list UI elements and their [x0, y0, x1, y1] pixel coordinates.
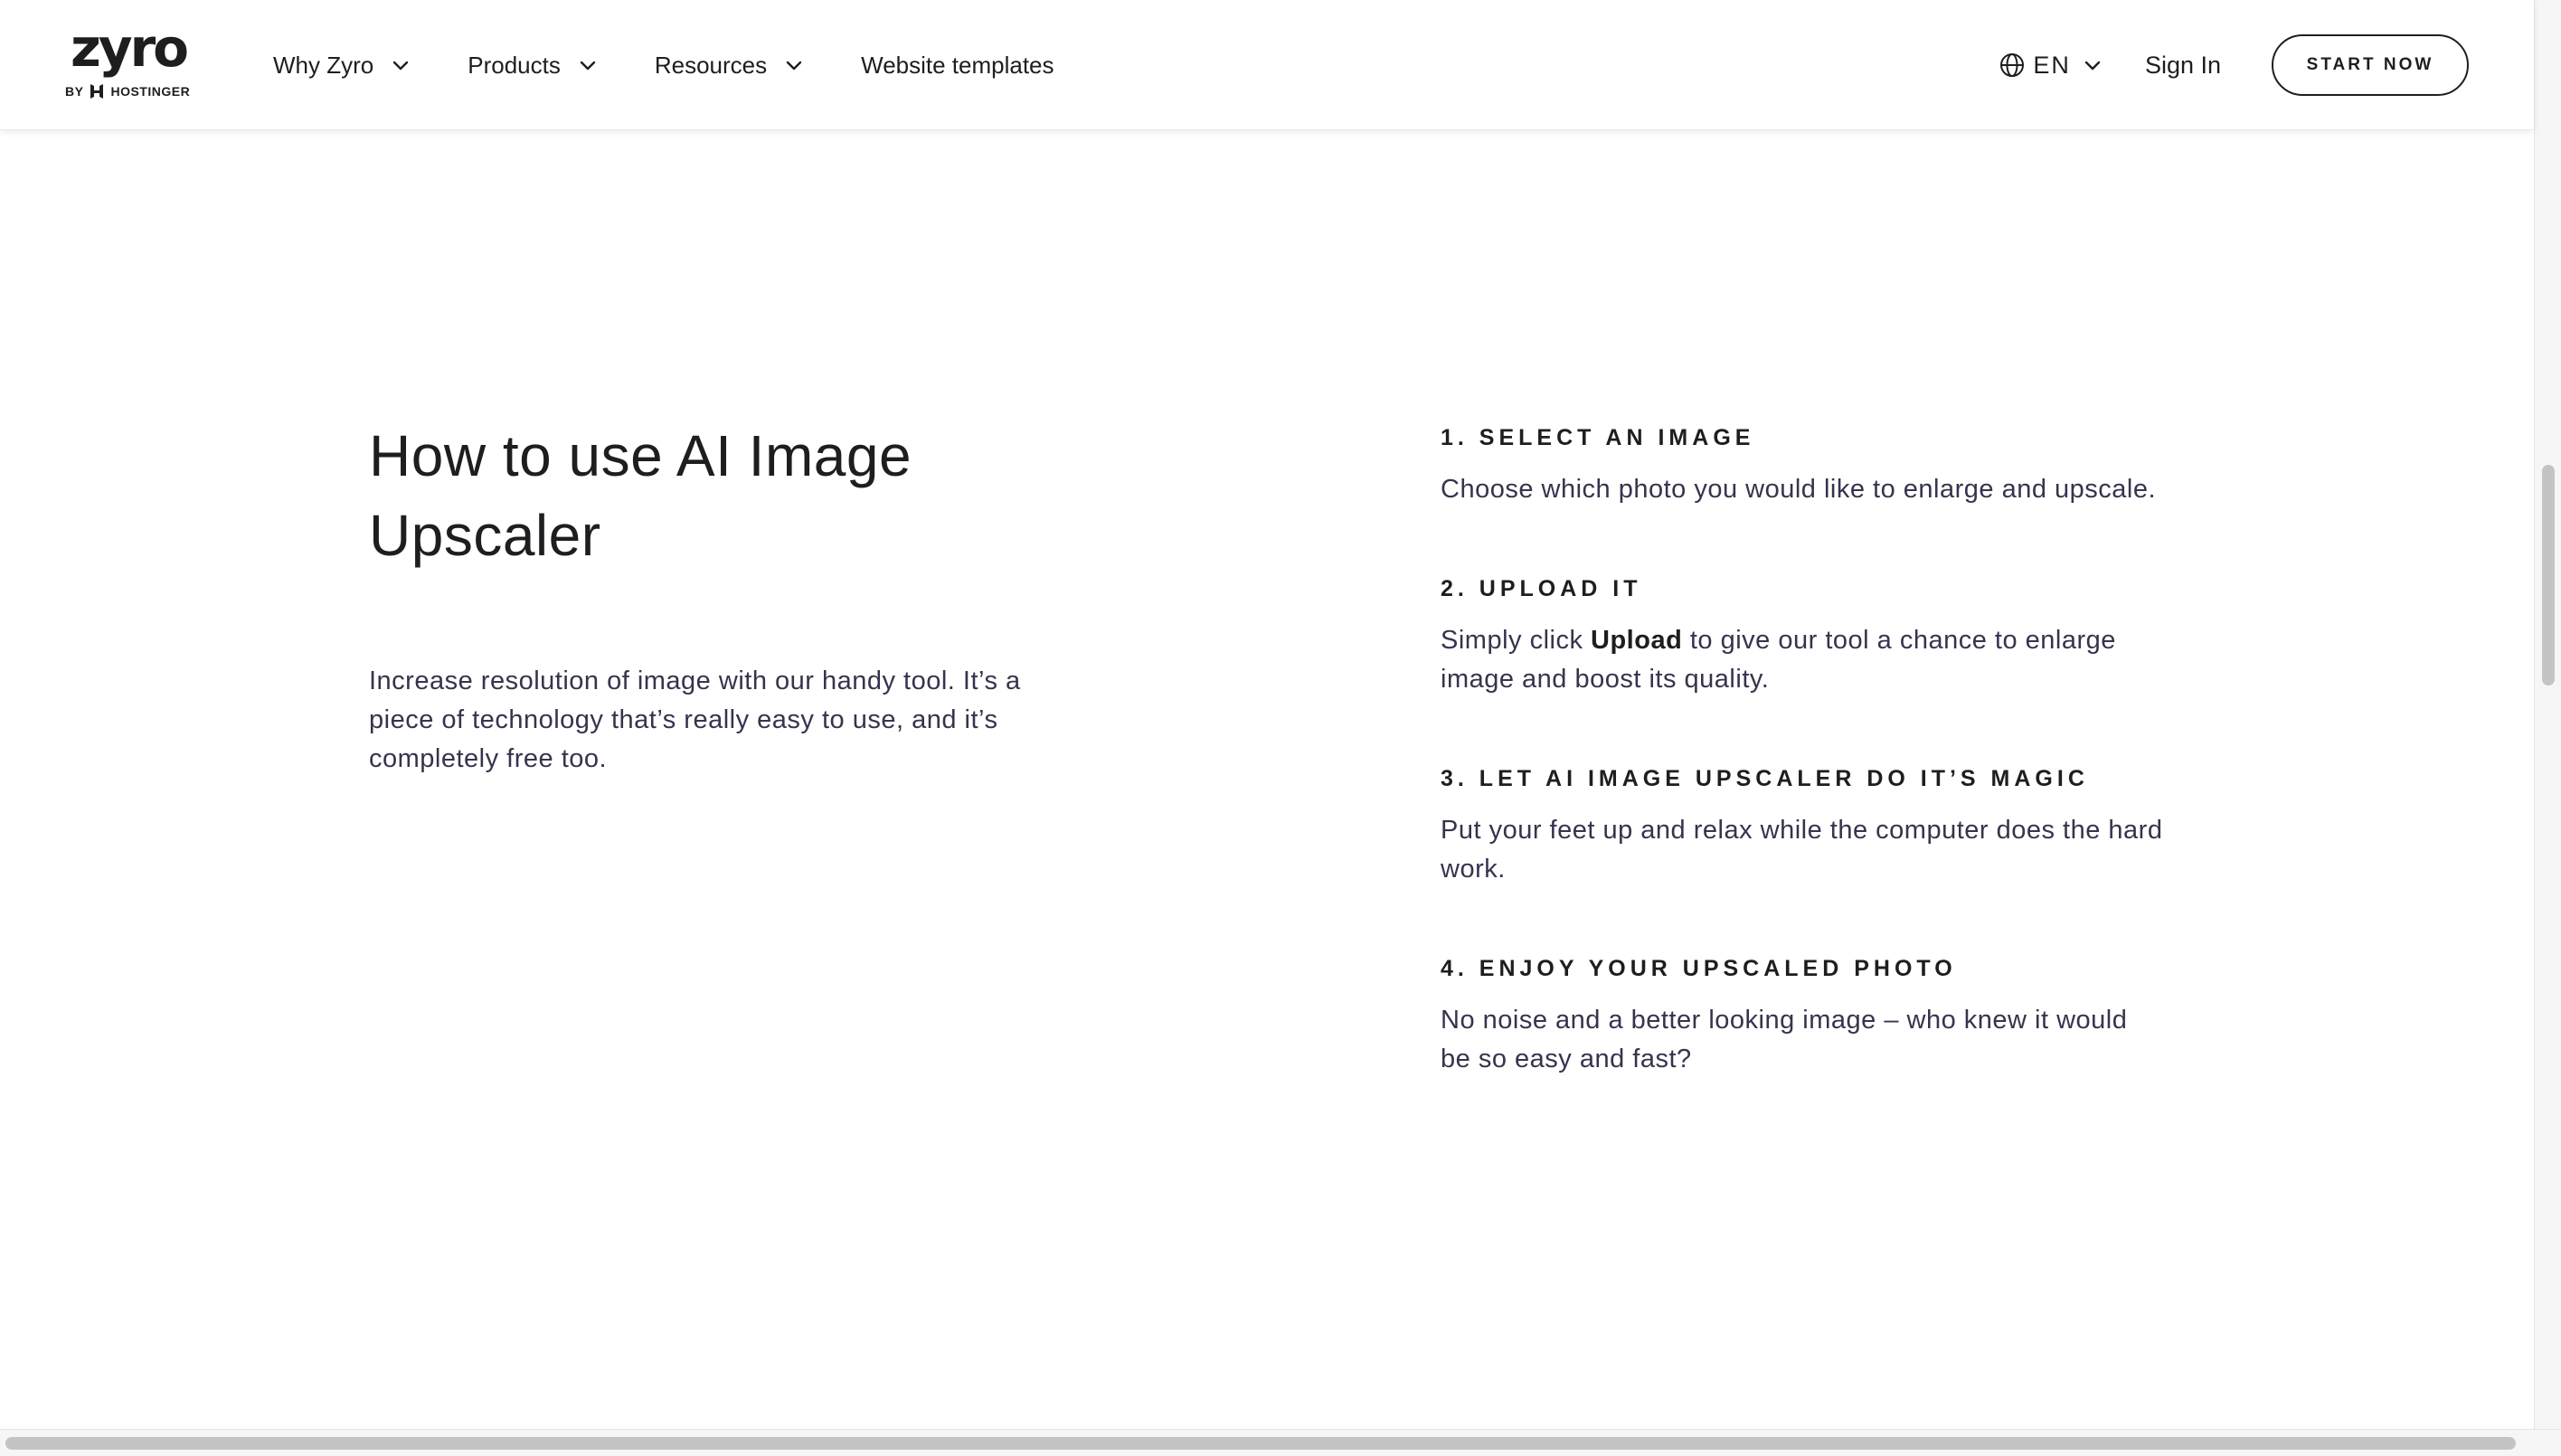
- nav-item-label: Resources: [654, 51, 768, 79]
- chevron-down-icon: [786, 61, 802, 71]
- nav-item-label: Products: [468, 51, 561, 79]
- nav-item-why-zyro[interactable]: Why Zyro: [273, 52, 411, 80]
- step-title: 3. LET AI IMAGE UPSCALER DO IT’S MAGIC: [1441, 766, 2089, 791]
- intro-section: How to use AI Image Upscaler Increase re…: [369, 416, 1074, 779]
- step-text-before: Simply click: [1441, 626, 1592, 655]
- step-enjoy: 4. ENJOY YOUR UPSCALED PHOTO No noise an…: [1441, 954, 2164, 1079]
- zyro-logo[interactable]: zyro BY HOSTINGER: [65, 22, 192, 103]
- page-title: How to use AI Image Upscaler: [369, 416, 1074, 575]
- logo-brand-text: HOSTINGER: [110, 84, 191, 99]
- vertical-scrollbar[interactable]: [2534, 0, 2561, 1429]
- page-title-line-1: How to use AI Image: [369, 423, 912, 488]
- language-selector[interactable]: EN: [1999, 52, 2103, 80]
- logo-wordmark: zyro: [71, 17, 189, 79]
- language-label: EN: [2033, 51, 2071, 79]
- horizontal-scroll-thumb[interactable]: [5, 1437, 2516, 1450]
- header-actions: EN Sign In START NOW: [1999, 0, 2469, 130]
- step-text: Simply click Upload to give our tool a c…: [1441, 621, 2164, 699]
- hostinger-logo-icon: [90, 84, 104, 99]
- nav-item-resources[interactable]: Resources: [655, 52, 805, 80]
- main-nav: Why Zyro Products Resources Website temp…: [273, 0, 1110, 130]
- chevron-down-icon: [580, 61, 596, 71]
- page: zyro BY HOSTINGER Why Zyro Products Reso…: [0, 0, 2561, 1456]
- step-title: 2. UPLOAD IT: [1441, 576, 1642, 601]
- step-title: 4. ENJOY YOUR UPSCALED PHOTO: [1441, 956, 1957, 981]
- site-header: zyro BY HOSTINGER Why Zyro Products Reso…: [0, 0, 2534, 130]
- steps-list: 1. SELECT AN IMAGE Choose which photo yo…: [1441, 423, 2164, 1079]
- step-magic: 3. LET AI IMAGE UPSCALER DO IT’S MAGIC P…: [1441, 764, 2164, 889]
- step-text: Put your feet up and relax while the com…: [1441, 816, 2163, 884]
- globe-icon: [2000, 53, 2025, 77]
- nav-item-label: Website templates: [861, 51, 1054, 79]
- start-now-button[interactable]: START NOW: [2272, 34, 2469, 96]
- upload-emphasis: Upload: [1591, 626, 1683, 655]
- page-title-line-2: Upscaler: [369, 503, 601, 568]
- chevron-down-icon: [2084, 61, 2101, 71]
- step-select-image: 1. SELECT AN IMAGE Choose which photo yo…: [1441, 423, 2164, 509]
- sign-in-link[interactable]: Sign In: [2145, 52, 2221, 80]
- step-title: 1. SELECT AN IMAGE: [1441, 425, 1755, 450]
- logo-byline: BY HOSTINGER: [65, 83, 190, 99]
- step-text: No noise and a better looking image – wh…: [1441, 1006, 2128, 1073]
- step-upload: 2. UPLOAD IT Simply click Upload to give…: [1441, 574, 2164, 699]
- logo-by-text: BY: [65, 84, 84, 99]
- intro-text: Increase resolution of image with our ha…: [369, 667, 1021, 773]
- nav-item-products[interactable]: Products: [468, 52, 599, 80]
- horizontal-scrollbar[interactable]: [0, 1429, 2561, 1456]
- nav-item-website-templates[interactable]: Website templates: [861, 52, 1054, 80]
- vertical-scroll-thumb[interactable]: [2542, 465, 2555, 685]
- nav-item-label: Why Zyro: [273, 51, 374, 79]
- step-text: Choose which photo you would like to enl…: [1441, 475, 2157, 504]
- chevron-down-icon: [393, 61, 409, 71]
